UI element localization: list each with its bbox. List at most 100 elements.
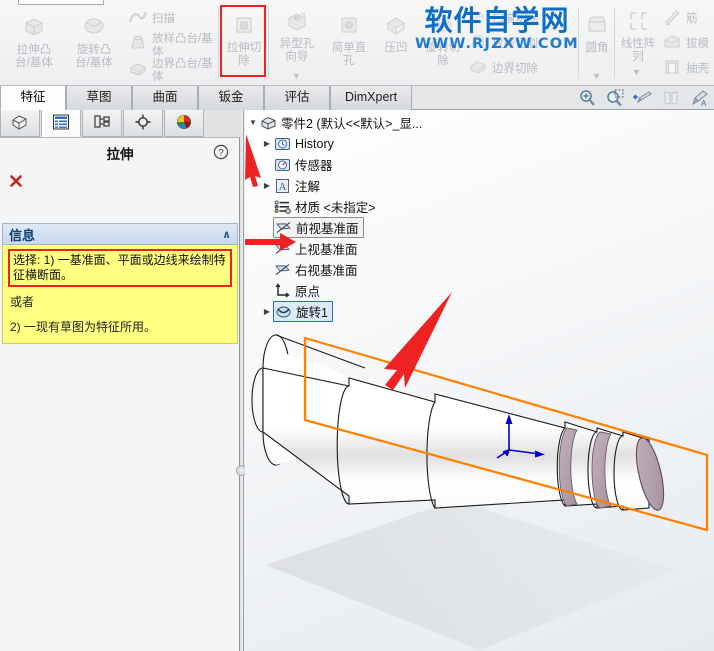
shaft-body[interactable] [262,334,650,511]
ribbon-button-extrude-boss[interactable]: 拉伸凸 台/基体 [6,14,62,70]
feature-tree[interactable]: ▼ 零件2 (默认<<默认>_显... ▶ History 传感器 ▶ A 注解… [245,112,495,322]
quick-access-bar [18,0,104,5]
tab-property-manager[interactable] [41,110,81,137]
expander-right-icon[interactable]: ▶ [261,307,273,316]
zoom-to-area-icon[interactable] [604,87,626,109]
tree-item-material[interactable]: 材质 <未指定> [245,196,495,217]
history-icon [273,135,291,152]
chevron-down-icon[interactable]: ▼ [292,70,301,83]
ribbon-button-sweep[interactable]: 扫描 [128,8,214,30]
tab-sheetmetal[interactable]: 钣金 [198,86,264,110]
rib-icon [662,8,682,30]
tab-feature-tree[interactable] [0,110,40,137]
expander-down-icon[interactable]: ▼ [247,118,259,127]
tree-item-label: 前视基准面 [296,222,359,236]
expander-right-icon[interactable]: ▶ [261,139,273,148]
front-plane-selection-outline[interactable]: 前视基准面 [273,217,364,238]
ribbon-button-label: 旋转凸 台/基体 [75,44,113,69]
tree-item-sensors[interactable]: 传感器 [245,154,495,175]
ribbon-button-label: 边界切除 [492,62,538,75]
boundary-boss-icon [128,60,148,82]
plane-icon [273,261,291,278]
tree-item-label: 原点 [295,285,321,299]
tree-item-history[interactable]: ▶ History [245,133,495,154]
tree-item-label: 材质 <未指定> [295,201,376,215]
ribbon-button-loft-boss[interactable]: 放样凸台/基体 [128,33,220,59]
tab-dimxpert[interactable]: DimXpert [330,86,412,110]
graphics-area[interactable]: ▼ 零件2 (默认<<默认>_显... ▶ History 传感器 ▶ A 注解… [245,110,714,651]
ribbon-button-boundary-boss[interactable]: 边界凸台/基体 [128,58,220,84]
tree-item-label: 旋转1 [296,306,328,320]
view-toolbar: A [576,86,710,110]
hole-wizard-icon [284,10,310,36]
watermark-line1: 软件自学网 [424,4,570,37]
revolve-feature-icon [274,303,292,320]
ribbon-button-label: 线性阵 列 [620,38,656,63]
help-icon[interactable]: ? [213,144,229,160]
info-highlight-box: 选择: 1) 一基准面、平面或边线来绘制特征横断面。 [8,249,232,287]
panel-splitter[interactable] [240,110,244,651]
info-option2-text: 2) 一现有草图为特征所用。 [10,320,157,334]
expander-right-icon[interactable]: ▶ [261,181,273,190]
tree-item-revolve1[interactable]: ▶ 旋转1 [245,301,495,322]
revolve1-selection-outline[interactable]: 旋转1 [273,301,333,322]
revolve-boss-icon [81,14,107,42]
tab-surfaces[interactable]: 曲面 [132,86,198,110]
draft-icon [662,33,682,55]
tree-item-top-plane[interactable]: 上视基准面 [245,238,495,259]
svg-text:A: A [278,182,286,193]
tab-evaluate[interactable]: 评估 [264,86,330,110]
ribbon-button-revolve-boss[interactable]: 旋转凸 台/基体 [66,14,122,70]
watermark-line2: WWW.RJZXW.COM [415,36,579,52]
tree-item-annotations[interactable]: ▶ A 注解 [245,175,495,196]
part-icon [10,113,30,134]
ribbon-button-hole-wizard[interactable]: 异型孔 向导 ▼ [272,10,322,81]
section-view-icon[interactable] [660,87,682,109]
cancel-icon[interactable] [8,173,24,192]
tab-features[interactable]: 特征 [0,86,66,110]
info-section-header[interactable]: 信息 ∧ [2,223,238,245]
simple-hole-icon [337,14,361,40]
view-orientation-icon[interactable] [632,87,654,109]
dimxpert-icon [133,113,153,134]
zoom-to-fit-icon[interactable] [576,87,598,109]
tree-item-label: 传感器 [295,159,333,173]
tab-dimxpert-manager[interactable] [123,110,163,137]
chevron-down-icon[interactable]: ▼ [632,66,641,79]
tree-item-right-plane[interactable]: 右视基准面 [245,259,495,280]
property-manager-title: 拉伸 [106,147,134,162]
tree-item-part-root[interactable]: ▼ 零件2 (默认<<默认>_显... [245,112,495,133]
ribbon-button-shell[interactable]: 抽壳 [662,58,714,80]
ribbon-button-label: 筋 [686,12,698,25]
apply-scene-icon[interactable]: A [688,87,710,109]
ribbon-button-draft[interactable]: 拔模 [662,33,714,55]
info-section: 信息 ∧ 选择: 1) 一基准面、平面或边线来绘制特征横断面。 或者 2) 一现… [2,223,238,344]
watermark: 软件自学网 WWW.RJZXW.COM [397,4,597,53]
ribbon-button-label: 拔模 [686,37,709,50]
ribbon-button-label: 抽壳 [686,62,709,75]
chevron-down-icon[interactable]: ▼ [592,70,601,83]
linear-pattern-icon [625,10,651,36]
ribbon-button-label: 拉伸凸 台/基体 [15,44,53,69]
chevron-up-icon[interactable]: ∧ [222,228,231,241]
ribbon-button-label: 边界凸台/基体 [152,58,213,83]
ribbon-toolbar: 拉伸凸 台/基体 旋转凸 台/基体 扫描 放样凸台/基体 边界凸台/基体 拉伸切… [0,0,714,86]
tree-item-front-plane[interactable]: 前视基准面 [245,217,495,238]
info-selection-text: 选择: 1) 一基准面、平面或边线来绘制特征横断面。 [13,253,226,282]
ribbon-button-linear-pattern[interactable]: 线性阵 列 ▼ [616,10,660,77]
tab-configuration-manager[interactable] [82,110,122,137]
ribbon-button-label: 放样凸台/基体 [152,33,213,58]
shaft-left-end [251,367,264,433]
origin-icon [273,282,291,299]
ribbon-button-label: 扫描 [152,12,175,25]
tab-display-manager[interactable] [164,110,204,137]
plane-icon [273,240,291,257]
property-manager-panel: 拉伸 ? 信息 ∧ 选择: 1) 一基准面、平面或边线来绘制特征横断面。 或者 … [0,110,240,651]
ribbon-button-boundary-cut[interactable]: 边界切除 [468,58,574,80]
tree-item-origin[interactable]: 原点 [245,280,495,301]
shell-icon [662,58,682,80]
tab-sketch[interactable]: 草图 [66,86,132,110]
ribbon-button-simple-hole[interactable]: 简单直 孔 [326,14,372,68]
info-section-body: 选择: 1) 一基准面、平面或边线来绘制特征横断面。 或者 2) 一现有草图为特… [2,245,238,344]
ribbon-button-rib[interactable]: 筋 [662,8,714,30]
